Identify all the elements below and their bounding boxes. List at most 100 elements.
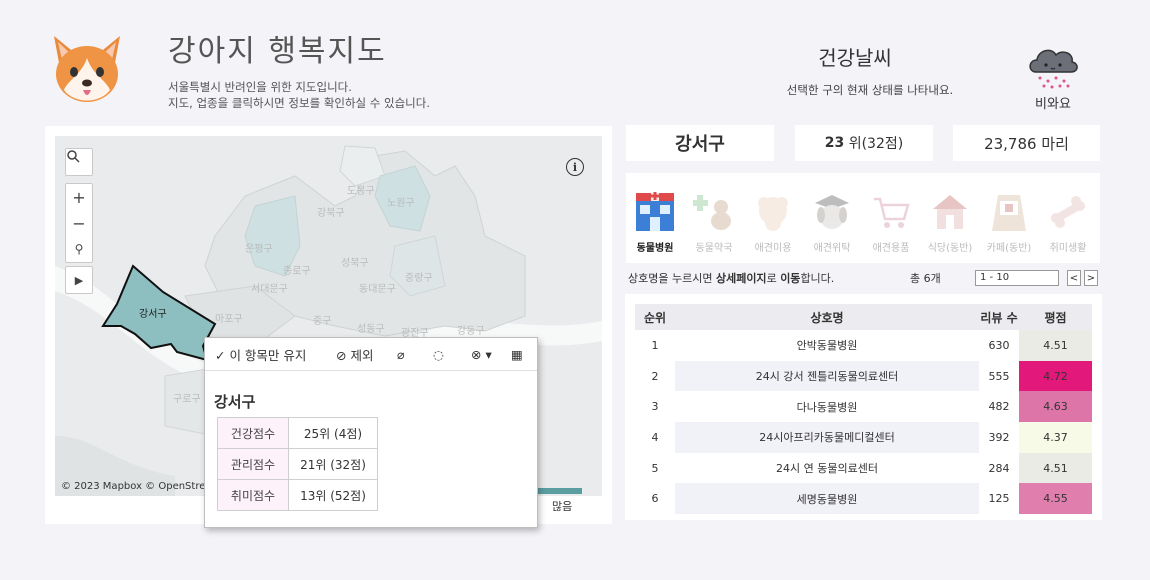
map-search-button[interactable] xyxy=(65,148,93,176)
cell-rating: 4.55 xyxy=(1019,483,1092,515)
category-pharmacy[interactable]: 동물약국 xyxy=(688,191,740,254)
category-label: 애견용품 xyxy=(872,243,910,254)
col-name: 상호명 xyxy=(675,304,979,330)
sets-dropdown-icon[interactable]: ⊗ ▾ xyxy=(471,347,492,362)
tooltip-row: 취미점수 13위 (52점) xyxy=(217,479,378,511)
table-row[interactable]: 2 24시 강서 젠틀리동물의료센터 555 4.72 xyxy=(635,360,1092,392)
stat-rank-number: 23 xyxy=(824,135,845,151)
stat-rank-suffix: 위(32점) xyxy=(848,136,904,152)
map-label-jung: 중구 xyxy=(313,315,331,327)
ranking-table: 순위 상호명 리뷰 수 평점 1 안박동물병원 630 4.51 2 24시 강… xyxy=(635,304,1092,515)
pin-icon[interactable]: ⚲ xyxy=(66,236,92,262)
tooltip-value: 21위 (32점) xyxy=(288,448,378,480)
category-strip: 동물병원 동물약국 애견미용 애견위탁 애견용품 식당(동반) 카페(동반) 취… xyxy=(626,173,1100,263)
map-play-button[interactable]: ▶ xyxy=(65,266,93,294)
category-supplies[interactable]: 애견용품 xyxy=(865,191,917,254)
grooming-icon xyxy=(752,191,794,233)
table-row[interactable]: 1 안박동물병원 630 4.51 xyxy=(635,330,1092,361)
map-label-jungnang: 중랑구 xyxy=(405,272,433,284)
table-row[interactable]: 6 세명동물병원 125 4.55 xyxy=(635,483,1092,515)
pager-select[interactable]: 1 - 10 xyxy=(975,270,1059,286)
map-label-seongbuk: 성북구 xyxy=(341,257,369,269)
keep-only-button[interactable]: ✓ 이 항목만 유지 xyxy=(215,345,306,364)
next-page-button[interactable]: > xyxy=(1084,270,1098,286)
rain-cloud-icon xyxy=(1026,44,1080,90)
table-row[interactable]: 5 24시 연 동물의료센터 284 4.51 xyxy=(635,452,1092,484)
stat-dog-count: 23,786 마리 xyxy=(953,125,1100,161)
info-icon[interactable]: i xyxy=(566,158,584,176)
map-label-dobong: 도봉구 xyxy=(347,185,375,197)
map-label-dongdaemun: 동대문구 xyxy=(359,283,396,295)
tooltip-value: 13위 (52점) xyxy=(288,479,378,511)
cell-rating: 4.51 xyxy=(1019,452,1092,484)
map-label-jongno: 종로구 xyxy=(283,265,311,277)
tooltip-row: 관리점수 21위 (32점) xyxy=(217,448,378,480)
map-legend-bar xyxy=(535,488,582,494)
map-label-mapo: 마포구 xyxy=(215,313,243,325)
cell-reviews: 630 xyxy=(988,338,1010,352)
category-boarding[interactable]: 애견위탁 xyxy=(806,191,858,254)
play-icon[interactable]: ▶ xyxy=(66,267,92,293)
cell-reviews: 482 xyxy=(988,400,1010,414)
weather-subtitle: 선택한 구의 현재 상태를 나타내요. xyxy=(786,83,954,97)
cell-name[interactable]: 24시아프리카동물메디컬센터 xyxy=(675,422,979,453)
weather-label: 비와요 xyxy=(1035,97,1071,112)
col-rating: 평점 xyxy=(1019,304,1092,330)
stat-region: 강서구 xyxy=(626,125,774,161)
category-hospital[interactable]: 동물병원 xyxy=(629,191,681,254)
pharmacy-icon xyxy=(693,191,735,233)
bone-icon xyxy=(1047,191,1089,233)
page-title: 강아지 행복지도 xyxy=(168,34,387,69)
cell-reviews: 284 xyxy=(988,461,1010,475)
exclude-button[interactable]: ⊘ 제외 xyxy=(336,345,373,364)
cell-name[interactable]: 세명동물병원 xyxy=(675,483,979,515)
tooltip-region: 강서구 xyxy=(214,393,256,411)
cell-rank: 6 xyxy=(651,492,659,506)
category-hobby[interactable]: 취미생활 xyxy=(1042,191,1094,254)
category-restaurant[interactable]: 식당(동반) xyxy=(924,191,976,254)
chevron-left-icon: < xyxy=(1069,273,1079,284)
lightbulb-icon[interactable]: ◌ xyxy=(433,347,444,362)
group-icon[interactable]: ⌀ xyxy=(397,347,405,362)
tooltip-toolbar: ✓ 이 항목만 유지 ⊘ 제외 ⌀ ◌ ⊗ ▾ ▦ xyxy=(205,338,537,371)
view-data-icon[interactable]: ▦ xyxy=(511,347,523,362)
cell-reviews: 555 xyxy=(988,369,1010,383)
cart-icon xyxy=(870,191,912,233)
zoom-in-icon[interactable]: + xyxy=(66,184,92,210)
map-label-gangbuk: 강북구 xyxy=(317,207,345,219)
cafe-icon xyxy=(988,191,1030,233)
cell-rank: 5 xyxy=(651,461,659,475)
cell-name[interactable]: 24시 강서 젠틀리동물의료센터 xyxy=(675,360,979,392)
search-icon[interactable] xyxy=(66,149,92,175)
map-label-seodaemun: 서대문구 xyxy=(251,283,288,295)
list-total: 총 6개 xyxy=(910,272,941,285)
tooltip-row: 건강점수 25위 (4점) xyxy=(217,417,378,449)
category-grooming[interactable]: 애견미용 xyxy=(747,191,799,254)
stat-rank: 23 위(32점) xyxy=(795,125,933,161)
map-label-selected[interactable]: 강서구 xyxy=(139,308,167,320)
boarding-icon xyxy=(811,191,853,233)
category-label: 식당(동반) xyxy=(927,243,973,254)
category-label: 동물약국 xyxy=(695,243,733,254)
page-subtitle: 서울특별시 반려인을 위한 지도입니다. 지도, 업종을 클릭하시면 정보를 확… xyxy=(168,79,430,111)
corgi-logo xyxy=(46,28,128,110)
tooltip-score-table: 건강점수 25위 (4점) 관리점수 21위 (32점) 취미점수 13위 (5… xyxy=(217,417,378,511)
table-row[interactable]: 3 다나동물병원 482 4.63 xyxy=(635,391,1092,423)
map-label-nowon: 노원구 xyxy=(387,197,415,209)
category-cafe[interactable]: 카페(동반) xyxy=(983,191,1035,254)
map-zoom-controls: + − ⚲ xyxy=(65,183,93,263)
category-label: 카페(동반) xyxy=(986,243,1032,254)
hospital-icon xyxy=(634,191,676,233)
map-label-gangdong: 강동구 xyxy=(457,325,485,337)
cell-rank: 4 xyxy=(651,430,659,444)
table-row[interactable]: 4 24시아프리카동물메디컬센터 392 4.37 xyxy=(635,422,1092,453)
cell-name[interactable]: 24시 연 동물의료센터 xyxy=(675,453,979,484)
cell-name[interactable]: 다나동물병원 xyxy=(675,391,979,422)
cell-name[interactable]: 안박동물병원 xyxy=(675,330,979,361)
prev-page-button[interactable]: < xyxy=(1067,270,1081,286)
list-instruction: 상호명을 누르시면 상세페이지로 이동합니다. xyxy=(628,272,835,285)
zoom-out-icon[interactable]: − xyxy=(66,210,92,236)
map-legend-high: 많음 xyxy=(552,500,573,513)
category-label: 취미생활 xyxy=(1049,243,1087,254)
category-label: 동물병원 xyxy=(636,243,674,254)
